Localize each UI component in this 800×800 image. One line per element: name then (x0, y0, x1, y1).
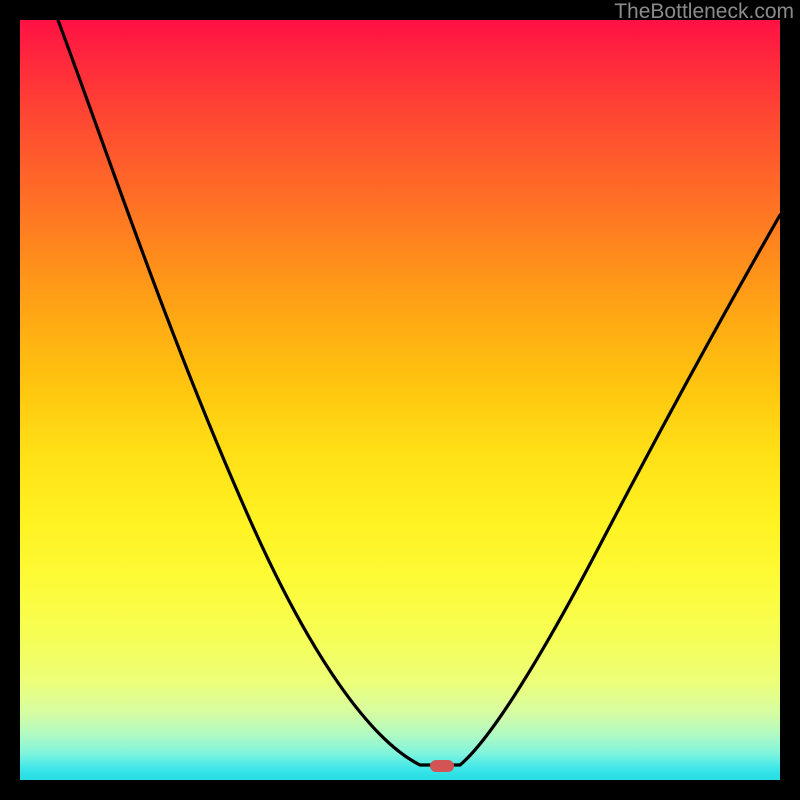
chart-container: TheBottleneck.com (0, 0, 800, 800)
watermark: TheBottleneck.com (614, 0, 794, 24)
bottleneck-curve (20, 20, 780, 780)
plot-area (20, 20, 780, 780)
curve-path (58, 20, 780, 765)
minimum-marker (430, 760, 454, 772)
